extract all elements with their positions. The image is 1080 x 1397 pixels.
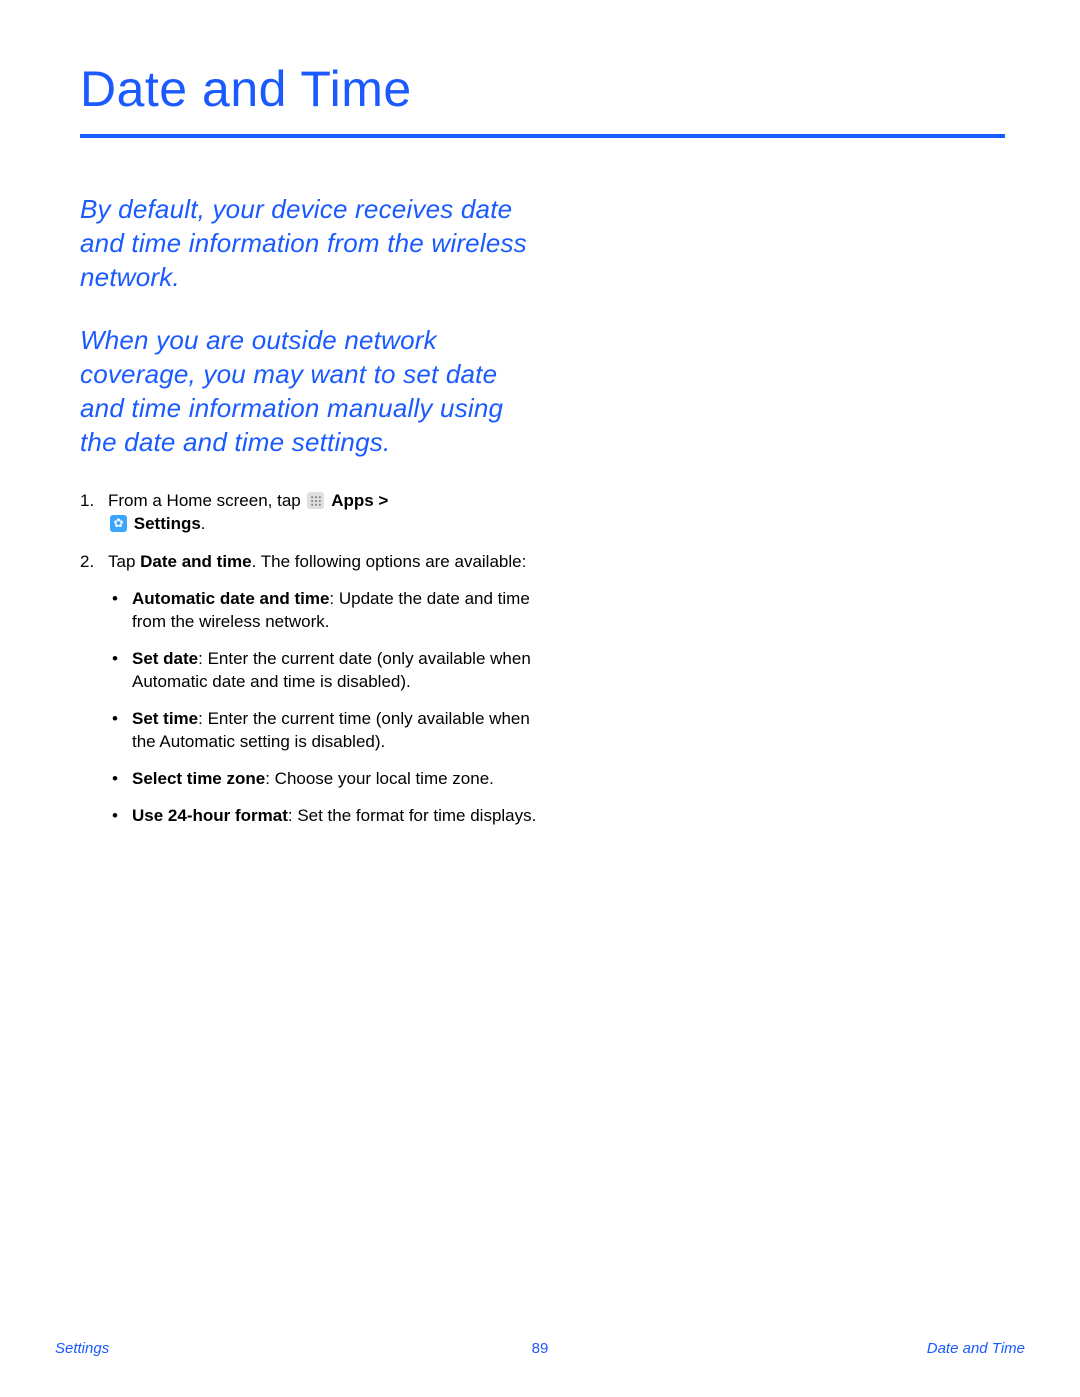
apps-icon — [307, 492, 324, 509]
page-title: Date and Time — [80, 60, 1005, 134]
option-label: Select time zone — [132, 769, 265, 788]
page-footer: Settings 89 Date and Time — [0, 1340, 1080, 1357]
list-item: Set date: Enter the current date (only a… — [108, 648, 550, 694]
intro-paragraph-1: By default, your device receives date an… — [80, 193, 530, 294]
footer-page-number: 89 — [532, 1340, 549, 1357]
option-label: Use 24-hour format — [132, 806, 288, 825]
step-2-text-prefix: Tap — [108, 552, 140, 571]
step-2-bold: Date and time — [140, 552, 251, 571]
list-item: Select time zone: Choose your local time… — [108, 768, 550, 791]
option-label: Set date — [132, 649, 198, 668]
steps-list: From a Home screen, tap Apps > Settings.… — [80, 490, 550, 828]
list-item: Use 24-hour format: Set the format for t… — [108, 805, 550, 828]
option-label: Set time — [132, 709, 198, 728]
step-1-text-suffix: . — [201, 514, 206, 533]
step-2-text-suffix: . The following options are available: — [252, 552, 527, 571]
option-desc: : Set the format for time displays. — [288, 806, 536, 825]
step-1: From a Home screen, tap Apps > Settings. — [80, 490, 550, 536]
list-item: Set time: Enter the current time (only a… — [108, 708, 550, 754]
footer-left: Settings — [55, 1340, 109, 1357]
title-rule — [80, 134, 1005, 138]
step-2: Tap Date and time. The following options… — [80, 551, 550, 827]
step-1-text-prefix: From a Home screen, tap — [108, 491, 305, 510]
settings-icon — [110, 515, 127, 532]
footer-right: Date and Time — [927, 1340, 1025, 1357]
step-1-apps-label: Apps > — [331, 491, 388, 510]
option-label: Automatic date and time — [132, 589, 329, 608]
options-list: Automatic date and time: Update the date… — [108, 588, 550, 828]
intro-paragraph-2: When you are outside network coverage, y… — [80, 324, 530, 459]
option-desc: : Choose your local time zone. — [265, 769, 494, 788]
list-item: Automatic date and time: Update the date… — [108, 588, 550, 634]
step-1-settings-label: Settings — [134, 514, 201, 533]
